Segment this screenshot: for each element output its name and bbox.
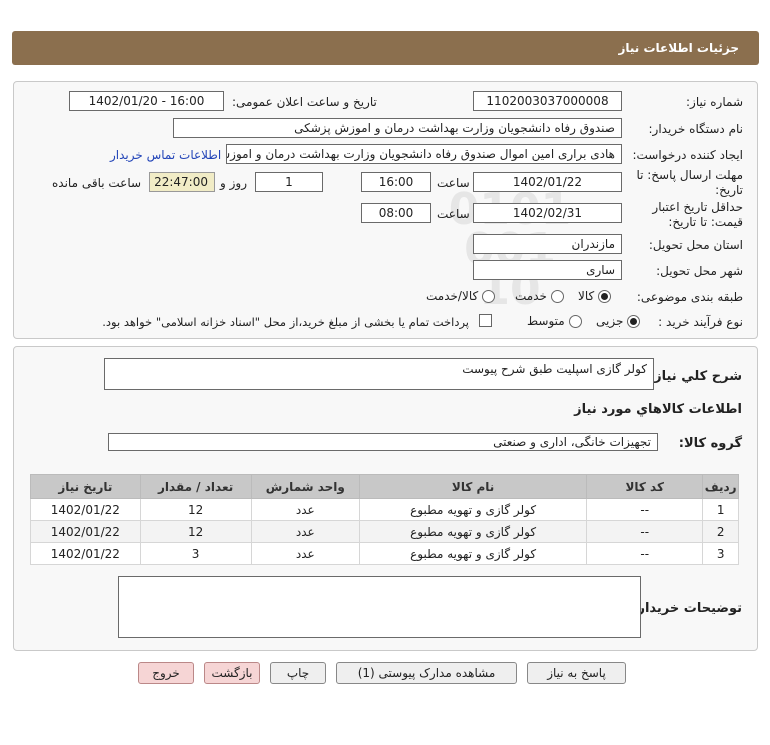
purchase-minor-radio[interactable] bbox=[627, 314, 641, 328]
category-option-goods[interactable]: کالا bbox=[578, 289, 612, 303]
deadline-date-field: 1402/01/22 bbox=[473, 172, 622, 192]
cell-unit: عدد bbox=[250, 542, 361, 565]
cell-row: 1 bbox=[702, 498, 739, 521]
cell-code: -- bbox=[586, 498, 704, 521]
category-goods-radio[interactable] bbox=[598, 289, 612, 303]
purchase-medium-radio[interactable] bbox=[568, 314, 582, 328]
city-field: ساری bbox=[473, 260, 622, 280]
buyer-org-label: نام دستگاه خریدار: bbox=[648, 122, 744, 136]
buyer-org-field: صندوق رفاه دانشجویان وزارت بهداشت درمان … bbox=[173, 118, 622, 138]
cell-qty: 12 bbox=[139, 520, 252, 543]
category-service-label: خدمت bbox=[515, 289, 547, 303]
cell-date: 1402/01/22 bbox=[30, 520, 141, 543]
creator-field: هادی براری امین اموال صندوق رفاه دانشجوی… bbox=[226, 144, 622, 164]
print-button[interactable]: چاپ bbox=[270, 662, 326, 684]
col-name-header: نام کالا bbox=[359, 474, 588, 499]
category-label: طبقه بندی موضوعی: bbox=[636, 290, 743, 304]
cell-qty: 3 bbox=[139, 542, 252, 565]
cell-name: کولر گازی و تهویه مطبوع bbox=[359, 542, 588, 565]
province-field: مازندران bbox=[473, 234, 622, 254]
need-number-field: 1102003037000008 bbox=[473, 91, 622, 111]
deadline-label-1: مهلت ارسال پاسخ: تا bbox=[636, 168, 743, 182]
announce-field: 1402/01/20 - 16:00 bbox=[69, 91, 224, 111]
cell-unit: عدد bbox=[250, 498, 361, 521]
col-date-header: تاریخ نیاز bbox=[30, 474, 141, 499]
days-label: روز و bbox=[220, 176, 247, 190]
creator-label: ایجاد کننده درخواست: bbox=[632, 148, 743, 162]
need-number-label: شماره نیاز: bbox=[686, 95, 743, 109]
exit-button[interactable]: خروج bbox=[138, 662, 194, 684]
col-qty-header: تعداد / مقدار bbox=[139, 474, 252, 499]
goods-table-wrap: ردیف کد کالا نام کالا واحد شمارش تعداد /… bbox=[30, 474, 739, 565]
treasury-payment-checkbox[interactable] bbox=[479, 314, 492, 327]
reply-button[interactable]: پاسخ به نیاز bbox=[527, 662, 626, 684]
validity-label-1: حداقل تاریخ اعتبار bbox=[652, 200, 743, 214]
table-row: 1 -- کولر گازی و تهویه مطبوع عدد 12 1402… bbox=[30, 498, 739, 521]
deadline-label-2: تاریخ: bbox=[715, 183, 743, 197]
buyer-notes-field bbox=[118, 576, 641, 638]
validity-date-field: 1402/02/31 bbox=[473, 203, 622, 223]
treasury-payment-note: پرداخت تمام یا بخشی از مبلغ خرید،از محل … bbox=[102, 315, 469, 329]
goods-table: ردیف کد کالا نام کالا واحد شمارش تعداد /… bbox=[30, 474, 739, 565]
deadline-time-label: ساعت bbox=[437, 176, 470, 190]
category-option-service[interactable]: خدمت bbox=[515, 289, 564, 303]
validity-time-field: 08:00 bbox=[361, 203, 431, 223]
table-row: 2 -- کولر گازی و تهویه مطبوع عدد 12 1402… bbox=[30, 520, 739, 543]
cell-date: 1402/01/22 bbox=[30, 498, 141, 521]
col-code-header: کد کالا bbox=[586, 474, 704, 499]
category-goods-label: کالا bbox=[578, 289, 595, 303]
validity-time-label: ساعت bbox=[437, 207, 470, 221]
category-service-radio[interactable] bbox=[550, 289, 564, 303]
category-option-goods-service[interactable]: کالا/خدمت bbox=[426, 289, 496, 303]
col-unit-header: واحد شمارش bbox=[250, 474, 361, 499]
goods-group-field: تجهیزات خانگی، اداری و صنعتی bbox=[108, 433, 658, 451]
cell-code: -- bbox=[586, 520, 704, 543]
remaining-label: ساعت باقی مانده bbox=[52, 176, 142, 190]
cell-qty: 12 bbox=[139, 498, 252, 521]
purchase-option-medium[interactable]: متوسط bbox=[527, 314, 582, 328]
category-goods-service-radio[interactable] bbox=[482, 289, 496, 303]
category-goods-service-label: کالا/خدمت bbox=[426, 289, 479, 303]
cell-row: 3 bbox=[702, 542, 739, 565]
cell-name: کولر گازی و تهویه مطبوع bbox=[359, 498, 588, 521]
col-row-header: ردیف bbox=[702, 474, 739, 499]
need-summary-field: کولر گازی اسپلیت طبق شرح پیوست bbox=[104, 358, 654, 390]
remaining-time-field: 22:47:00 bbox=[149, 172, 215, 192]
buyer-notes-label: توضیحات خریدار: bbox=[632, 601, 742, 616]
announce-label: تاریخ و ساعت اعلان عمومی: bbox=[232, 95, 377, 109]
deadline-time-field: 16:00 bbox=[361, 172, 431, 192]
validity-label-2: قیمت: تا تاریخ: bbox=[668, 215, 743, 229]
page-title: جزئیات اطلاعات نیاز bbox=[12, 31, 759, 65]
goods-group-label: گروه کالا: bbox=[678, 436, 742, 451]
view-attachments-button[interactable]: مشاهده مدارک پیوستی (1) bbox=[336, 662, 517, 684]
purchase-medium-label: متوسط bbox=[527, 314, 565, 328]
cell-date: 1402/01/22 bbox=[30, 542, 141, 565]
purchase-type-label: نوع فرآیند خرید : bbox=[658, 315, 743, 329]
cell-code: -- bbox=[586, 542, 704, 565]
city-label: شهر محل تحویل: bbox=[656, 264, 743, 278]
purchase-minor-label: جزیی bbox=[596, 314, 624, 328]
need-summary-label: شرح کلي نیاز: bbox=[648, 369, 742, 384]
cell-name: کولر گازی و تهویه مطبوع bbox=[359, 520, 588, 543]
table-header-row: ردیف کد کالا نام کالا واحد شمارش تعداد /… bbox=[30, 474, 739, 499]
back-button[interactable]: بازگشت bbox=[204, 662, 260, 684]
purchase-option-minor[interactable]: جزیی bbox=[596, 314, 641, 328]
goods-section-title: اطلاعات کالاهاي مورد نیاز bbox=[574, 402, 742, 417]
table-row: 3 -- کولر گازی و تهویه مطبوع عدد 3 1402/… bbox=[30, 542, 739, 565]
buyer-contact-link[interactable]: اطلاعات تماس خریدار bbox=[110, 148, 221, 162]
cell-row: 2 bbox=[702, 520, 739, 543]
days-field: 1 bbox=[255, 172, 323, 192]
province-label: استان محل تحویل: bbox=[648, 238, 743, 252]
cell-unit: عدد bbox=[250, 520, 361, 543]
